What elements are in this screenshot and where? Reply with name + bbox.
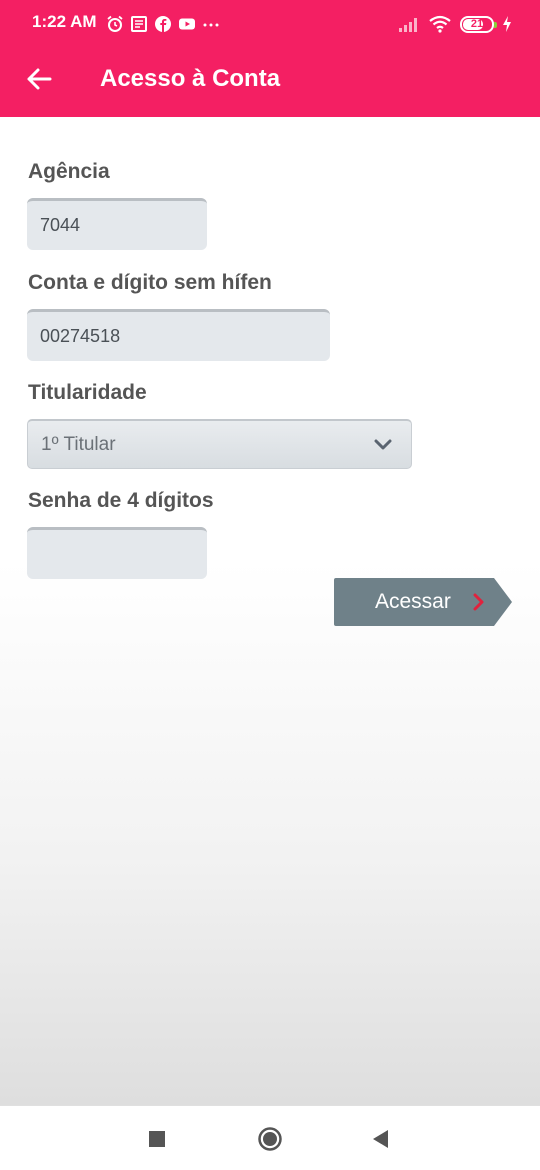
signal-icon: [399, 18, 417, 32]
alarm-icon: [107, 15, 123, 32]
recents-square-icon[interactable]: [144, 1126, 170, 1152]
titularidade-selected-value: 1º Titular: [41, 434, 116, 455]
battery-icon: 21: [460, 15, 497, 33]
system-nav-bar: [0, 1105, 540, 1170]
form-content: Agência Conta e dígito sem hífen Titular…: [0, 117, 540, 1105]
titularidade-select[interactable]: 1º Titular: [27, 419, 412, 469]
acessar-button[interactable]: Acessar: [334, 578, 512, 626]
agencia-input[interactable]: [27, 198, 207, 250]
wifi-icon: [429, 15, 451, 33]
chevron-down-icon: [374, 439, 392, 450]
status-bar: 1:22 AM 21: [0, 0, 540, 48]
notification-icons: [106, 13, 220, 35]
titularidade-label: Titularidade: [28, 381, 147, 404]
agencia-label: Agência: [28, 160, 110, 183]
battery-level: 21: [470, 18, 484, 30]
system-icons: 21: [398, 13, 512, 35]
news-icon: [131, 16, 147, 32]
conta-label: Conta e dígito sem hífen: [28, 271, 272, 294]
home-circle-icon[interactable]: [257, 1126, 283, 1152]
charging-icon: [503, 16, 511, 32]
youtube-icon: [179, 18, 195, 30]
acessar-button-label: Acessar: [375, 590, 451, 613]
status-time: 1:22 AM: [32, 12, 97, 31]
conta-input[interactable]: [27, 309, 330, 361]
senha-input[interactable]: [27, 527, 207, 579]
chevron-right-icon: [473, 593, 484, 611]
facebook-icon: [155, 16, 171, 32]
senha-label: Senha de 4 dígitos: [28, 489, 214, 512]
back-triangle-icon[interactable]: [368, 1126, 394, 1152]
more-dots-icon: [203, 23, 219, 27]
arrow-left-icon[interactable]: [24, 64, 54, 94]
page-title: Acesso à Conta: [100, 65, 281, 92]
app-bar: 1:22 AM 21 Acesso à Conta: [0, 0, 540, 117]
